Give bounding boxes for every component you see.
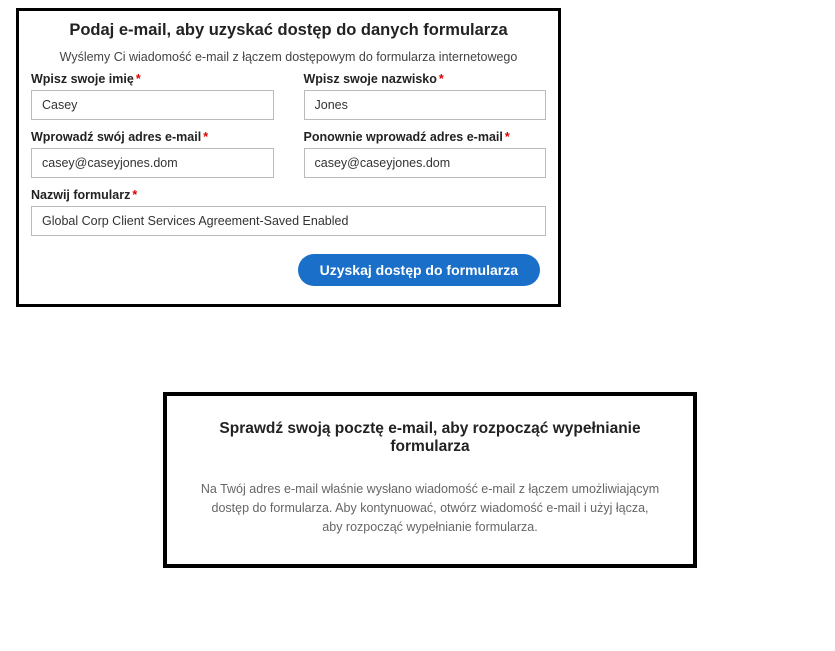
row-name: Wpisz swoje imię* Wpisz swoje nazwisko*	[31, 72, 546, 120]
label-text: Nazwij formularz	[31, 188, 130, 202]
required-mark: *	[505, 130, 510, 144]
label-text: Wpisz swoje nazwisko	[304, 72, 437, 86]
required-mark: *	[439, 72, 444, 86]
required-mark: *	[136, 72, 141, 86]
form-name-input[interactable]	[31, 206, 546, 236]
panel-title: Podaj e-mail, aby uzyskać dostęp do dany…	[31, 21, 546, 40]
email-sent-panel: Sprawdź swoją pocztę e-mail, aby rozpocz…	[163, 392, 697, 568]
required-mark: *	[203, 130, 208, 144]
email-label: Wprowadź swój adres e-mail*	[31, 130, 274, 144]
email-confirm-label: Ponownie wprowadź adres e-mail*	[304, 130, 547, 144]
field-email-confirm: Ponownie wprowadź adres e-mail*	[304, 130, 547, 178]
email-input[interactable]	[31, 148, 274, 178]
panel-subtitle: Wyślemy Ci wiadomość e-mail z łączem dos…	[31, 50, 546, 64]
field-last-name: Wpisz swoje nazwisko*	[304, 72, 547, 120]
submit-button[interactable]: Uzyskaj dostęp do formularza	[298, 254, 540, 286]
form-name-label: Nazwij formularz*	[31, 188, 546, 202]
field-email: Wprowadź swój adres e-mail*	[31, 130, 274, 178]
field-form-name: Nazwij formularz*	[31, 188, 546, 236]
row-form-name: Nazwij formularz*	[31, 188, 546, 236]
submit-row: Uzyskaj dostęp do formularza	[31, 254, 546, 286]
first-name-label: Wpisz swoje imię*	[31, 72, 274, 86]
confirmation-title: Sprawdź swoją pocztę e-mail, aby rozpocz…	[187, 420, 673, 456]
email-access-panel: Podaj e-mail, aby uzyskać dostęp do dany…	[16, 8, 561, 307]
required-mark: *	[132, 188, 137, 202]
first-name-input[interactable]	[31, 90, 274, 120]
confirmation-body: Na Twój adres e-mail właśnie wysłano wia…	[200, 480, 660, 536]
label-text: Ponownie wprowadź adres e-mail	[304, 130, 503, 144]
label-text: Wpisz swoje imię	[31, 72, 134, 86]
label-text: Wprowadź swój adres e-mail	[31, 130, 201, 144]
last-name-label: Wpisz swoje nazwisko*	[304, 72, 547, 86]
last-name-input[interactable]	[304, 90, 547, 120]
row-email: Wprowadź swój adres e-mail* Ponownie wpr…	[31, 130, 546, 178]
field-first-name: Wpisz swoje imię*	[31, 72, 274, 120]
email-confirm-input[interactable]	[304, 148, 547, 178]
